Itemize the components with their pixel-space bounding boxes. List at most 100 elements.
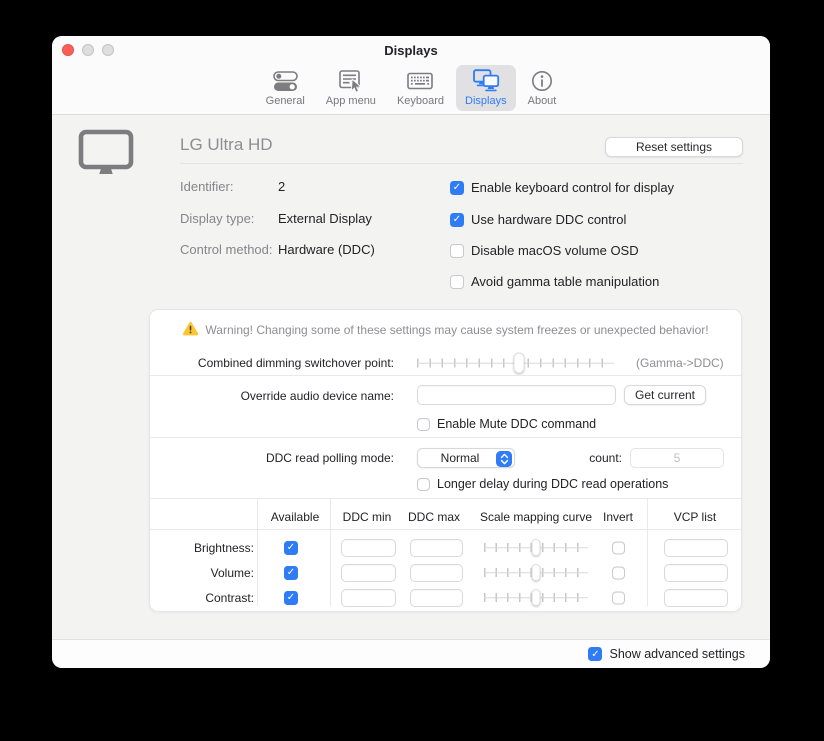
count-label: count:: [550, 451, 622, 465]
divider: [180, 163, 743, 164]
checkbox-label: Enable keyboard control for display: [471, 180, 674, 195]
tab-label: General: [266, 95, 305, 107]
column-header-available: Available: [271, 510, 319, 524]
tab-about[interactable]: About: [519, 65, 566, 111]
warning-row: Warning! Changing some of these settings…: [150, 321, 741, 339]
vcp-list-field[interactable]: [664, 564, 728, 582]
vcp-list-field[interactable]: [664, 589, 728, 607]
info-label: Control method:: [180, 242, 273, 257]
monitor-icon: [78, 129, 134, 179]
audio-device-name-input[interactable]: [417, 385, 616, 405]
ddc-max-field[interactable]: [410, 539, 463, 557]
get-current-button[interactable]: Get current: [624, 385, 706, 405]
checkbox-label: Longer delay during DDC read operations: [437, 477, 668, 491]
slider-thumb[interactable]: [532, 564, 541, 581]
desktop: { "window": { "title": "Displays" }, "to…: [0, 0, 824, 741]
displays-icon: [471, 68, 501, 94]
toolbar: General App menu: [52, 64, 770, 115]
info-label: Display type:: [180, 211, 254, 226]
ddc-min-field[interactable]: [341, 564, 396, 582]
invert-checkbox[interactable]: [612, 591, 625, 604]
advanced-settings-panel: Warning! Changing some of these settings…: [149, 309, 742, 612]
dimming-label: Combined dimming switchover point:: [150, 356, 394, 370]
available-checkbox[interactable]: [284, 566, 298, 580]
tab-label: Keyboard: [397, 95, 444, 107]
ddc-max-field[interactable]: [410, 589, 463, 607]
info-row-control-method: Control method: Hardware (DDC): [180, 242, 450, 260]
footer-bar: Show advanced settings: [52, 639, 770, 668]
invert-checkbox[interactable]: [612, 566, 625, 579]
show-advanced-checkbox[interactable]: [588, 647, 602, 661]
info-row-display-type: Display type: External Display: [180, 211, 450, 229]
selected-option: Normal: [441, 451, 480, 465]
ddc-min-field[interactable]: [341, 589, 396, 607]
dimming-suffix: (Gamma->DDC): [636, 356, 724, 370]
ddc-min-field[interactable]: [341, 539, 396, 557]
display-settings-pane: LG Ultra HD Reset settings Identifier: 2…: [52, 115, 770, 639]
vcp-list-field[interactable]: [664, 539, 728, 557]
audio-name-label: Override audio device name:: [150, 389, 394, 403]
curve-slider[interactable]: [484, 537, 588, 558]
slider-thumb[interactable]: [514, 353, 525, 374]
reset-settings-button[interactable]: Reset settings: [605, 137, 743, 157]
info-value: Hardware (DDC): [278, 242, 375, 257]
option-disable-osd: Disable macOS volume OSD: [450, 243, 639, 258]
divider: [150, 375, 741, 376]
info-value: 2: [278, 179, 285, 194]
invert-checkbox[interactable]: [612, 541, 625, 554]
tab-label: About: [528, 95, 557, 107]
dimming-slider[interactable]: [417, 352, 614, 374]
zoom-button[interactable]: [102, 44, 114, 56]
column-header-invert: Invert: [603, 510, 633, 524]
close-button[interactable]: [62, 44, 74, 56]
tab-general[interactable]: General: [257, 65, 314, 111]
checkbox[interactable]: [450, 275, 464, 289]
table-row-contrast: Contrast:: [150, 585, 741, 610]
checkbox-label: Enable Mute DDC command: [437, 417, 596, 431]
available-checkbox[interactable]: [284, 591, 298, 605]
polling-mode-select[interactable]: Normal: [417, 448, 515, 468]
ddc-max-field[interactable]: [410, 564, 463, 582]
table-row-brightness: Brightness:: [150, 535, 741, 560]
tab-displays[interactable]: Displays: [456, 65, 516, 111]
checkbox[interactable]: [417, 418, 430, 431]
document-cursor-icon: [339, 68, 363, 94]
keyboard-icon: [407, 68, 433, 94]
available-checkbox[interactable]: [284, 541, 298, 555]
count-field: [630, 448, 724, 468]
checkbox[interactable]: [417, 478, 430, 491]
slider-thumb[interactable]: [532, 539, 541, 556]
divider: [150, 498, 741, 499]
divider: [150, 437, 741, 438]
info-icon: [530, 68, 554, 94]
tab-keyboard[interactable]: Keyboard: [388, 65, 453, 111]
stepper-icon: [496, 451, 512, 467]
curve-slider[interactable]: [484, 562, 588, 583]
tab-app-menu[interactable]: App menu: [317, 65, 385, 111]
checkbox-label: Disable macOS volume OSD: [471, 243, 639, 258]
table-row-volume: Volume:: [150, 560, 741, 585]
column-header-scale-mapping-curve: Scale mapping curve: [480, 510, 592, 524]
minimize-button[interactable]: [82, 44, 94, 56]
checkbox[interactable]: [450, 181, 464, 195]
tab-label: App menu: [326, 95, 376, 107]
window-controls: [62, 36, 114, 64]
display-name: LG Ultra HD: [180, 135, 273, 155]
column-header-ddc-max: DDC max: [408, 510, 460, 524]
row-label: Volume:: [150, 566, 254, 580]
checkbox-label: Use hardware DDC control: [471, 212, 626, 227]
titlebar: Displays: [52, 36, 770, 64]
option-longer-delay: Longer delay during DDC read operations: [417, 477, 668, 491]
checkbox-label: Avoid gamma table manipulation: [471, 274, 659, 289]
checkbox[interactable]: [450, 244, 464, 258]
curve-slider[interactable]: [484, 587, 588, 608]
warning-text: Warning! Changing some of these settings…: [205, 323, 708, 337]
warning-icon: [182, 321, 199, 339]
column-header-ddc-min: DDC min: [343, 510, 392, 524]
column-header-vcp-list: VCP list: [674, 510, 716, 524]
window-title: Displays: [384, 43, 437, 58]
row-label: Contrast:: [150, 591, 254, 605]
checkbox[interactable]: [450, 213, 464, 227]
slider-thumb[interactable]: [532, 589, 541, 606]
option-avoid-gamma: Avoid gamma table manipulation: [450, 274, 659, 289]
